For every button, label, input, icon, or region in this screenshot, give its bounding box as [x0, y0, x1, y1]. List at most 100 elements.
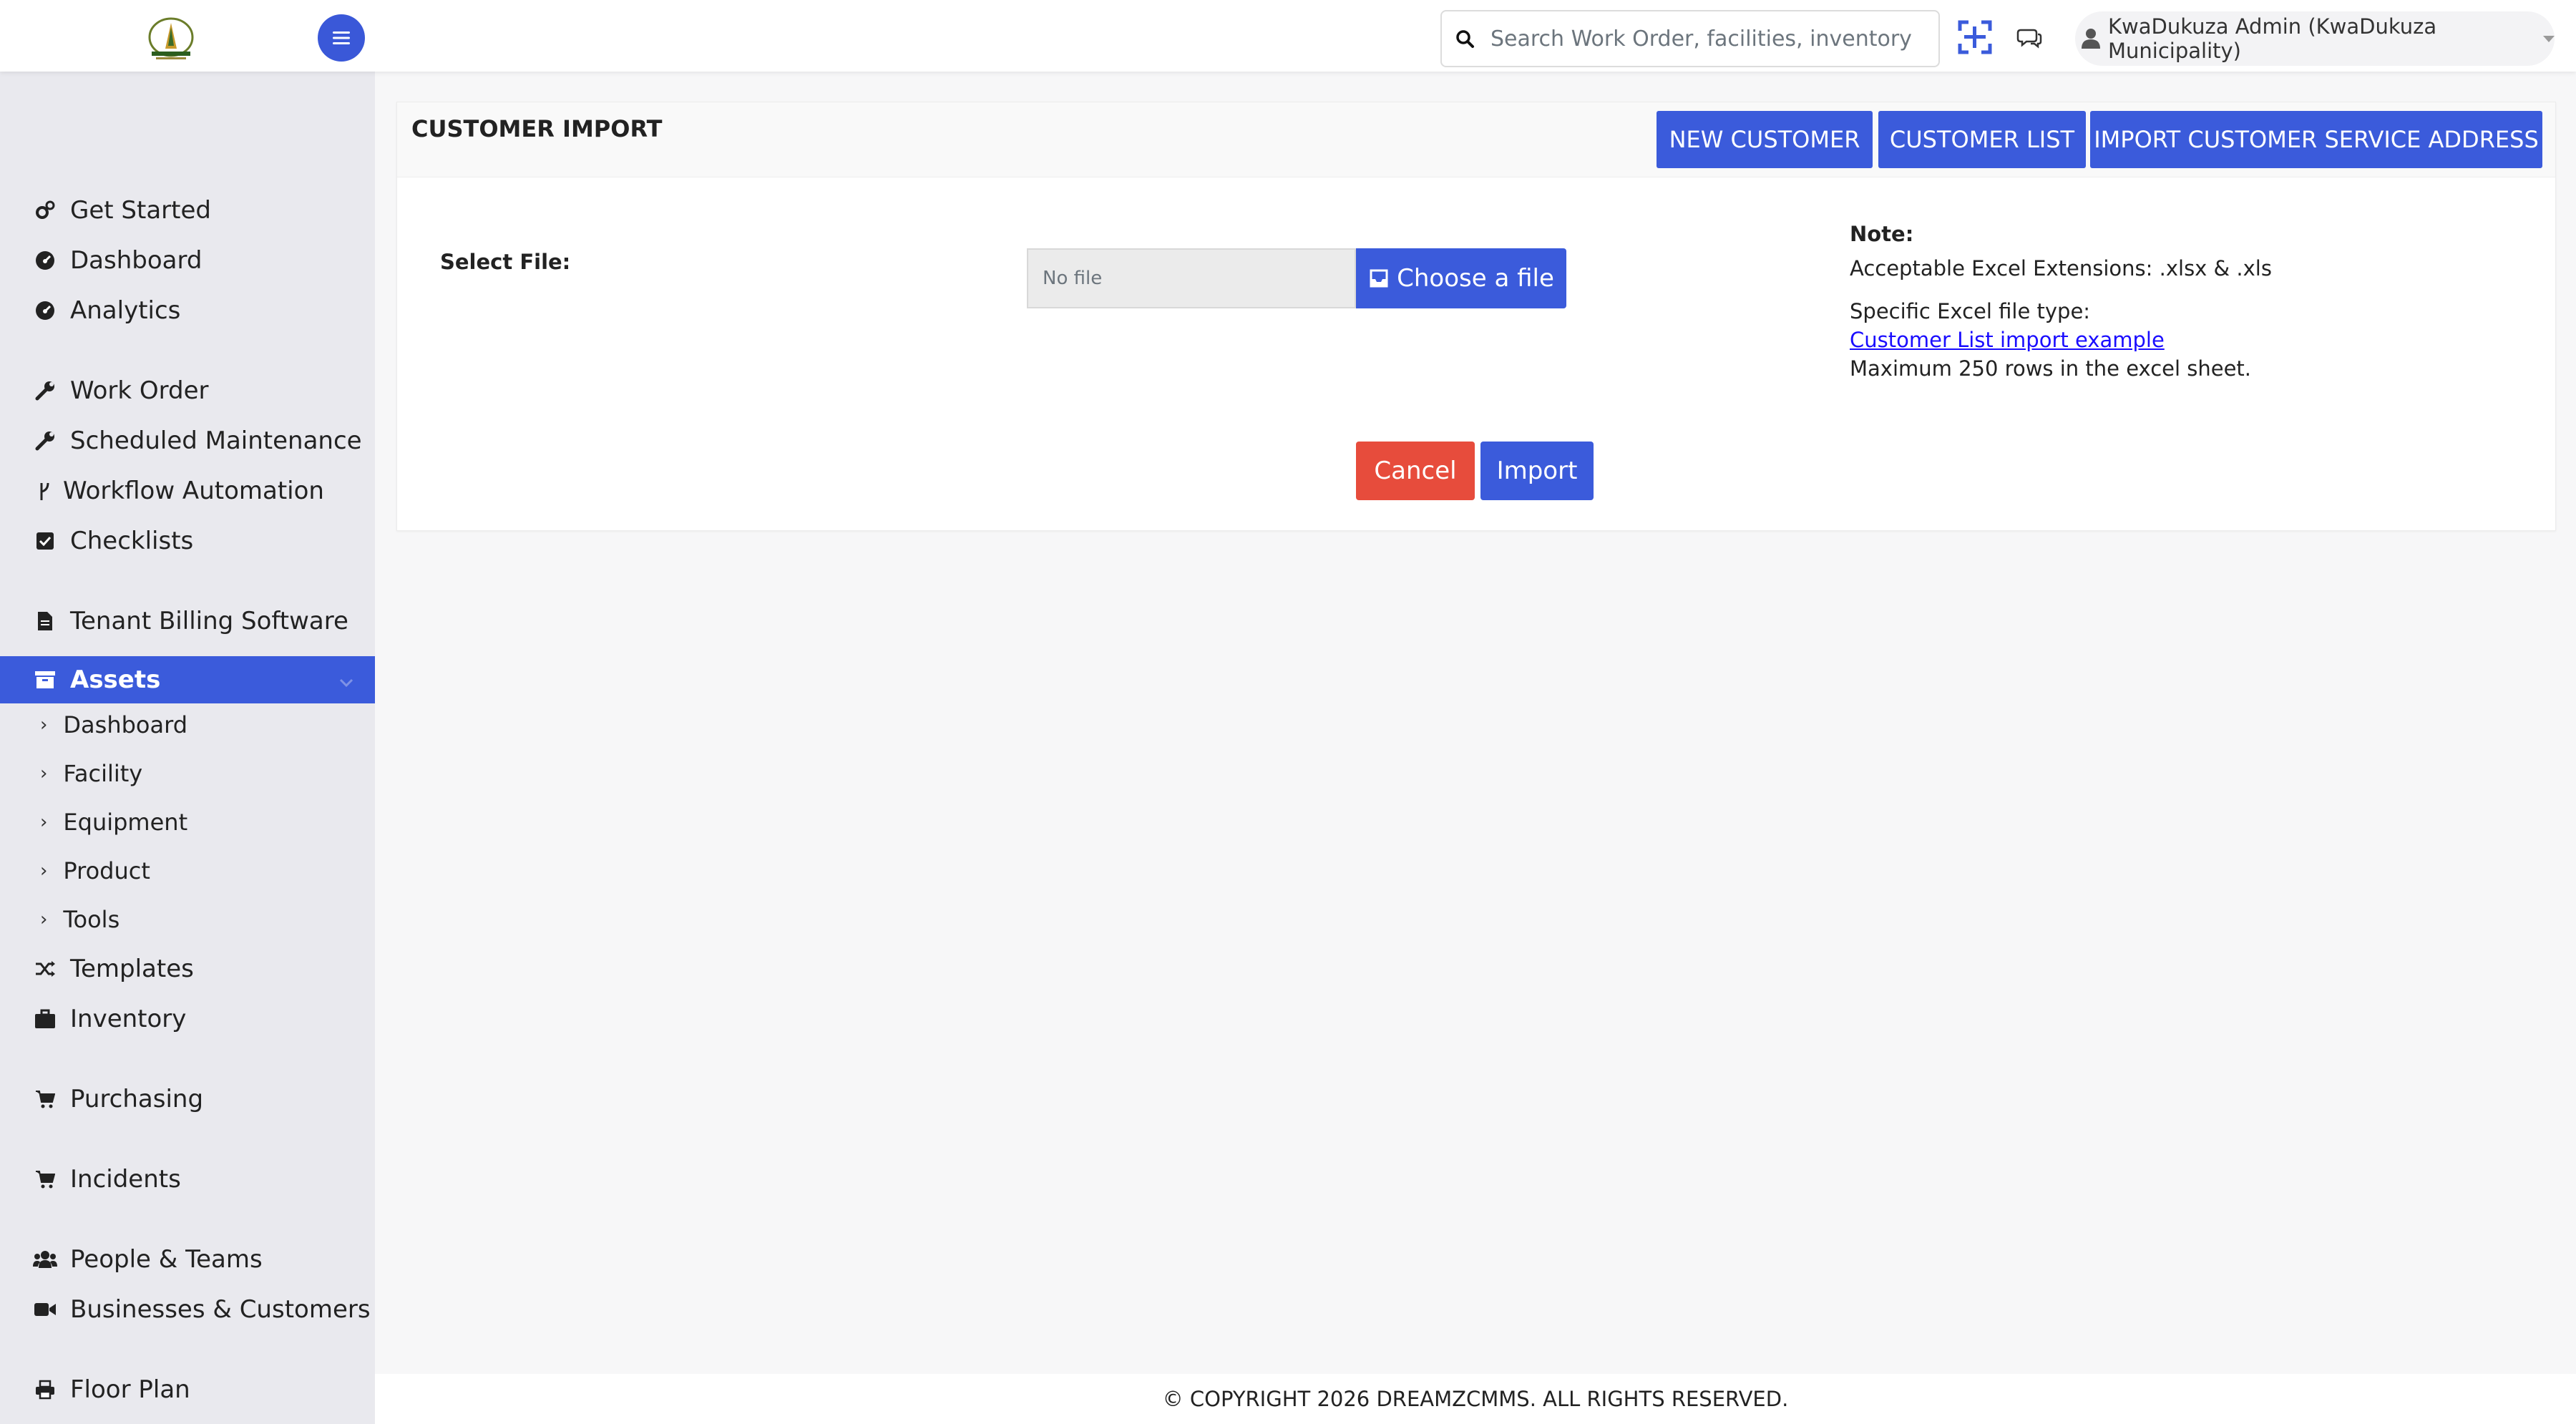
sidebar-item-label: Analytics	[70, 296, 181, 325]
sidebar-item-label: Inventory	[70, 1005, 187, 1033]
page-title: CUSTOMER IMPORT	[411, 115, 663, 142]
user-menu[interactable]: KwaDukuza Admin (KwaDukuza Municipality)	[2075, 11, 2555, 66]
content-background	[375, 565, 2576, 1374]
sidebar-item-dashboard[interactable]: Dashboard	[0, 239, 375, 282]
sidebar-item-get-started[interactable]: Get Started	[0, 189, 375, 232]
users-icon	[33, 1247, 57, 1272]
file-name-field[interactable]: No file	[1027, 248, 1356, 308]
import-example-link[interactable]: Customer List import example	[1850, 328, 2165, 352]
import-service-address-button[interactable]: IMPORT CUSTOMER SERVICE ADDRESS	[2090, 111, 2542, 168]
user-name: KwaDukuza Admin (KwaDukuza Municipality)	[2108, 14, 2437, 63]
sidebar-item-incidents[interactable]: Incidents	[0, 1158, 375, 1201]
inbox-icon	[1368, 268, 1390, 289]
copyright-text: © COPYRIGHT 2026 DREAMZCMMS. ALL RIGHTS …	[1162, 1387, 1789, 1411]
print-icon	[33, 1377, 57, 1402]
sidebar-item-label: Incidents	[70, 1165, 181, 1194]
barcode-scan-icon[interactable]	[1955, 17, 1995, 57]
sidebar-subitem-product[interactable]: › Product	[0, 851, 375, 891]
customer-list-button[interactable]: CUSTOMER LIST	[1878, 111, 2086, 168]
choose-file-label: Choose a file	[1397, 264, 1554, 293]
video-icon	[33, 1297, 57, 1322]
sidebar-subitem-dashboard[interactable]: › Dashboard	[0, 705, 375, 745]
file-placeholder: No file	[1043, 268, 1103, 289]
note-file-type: Specific Excel file type:	[1850, 299, 2091, 323]
user-icon	[2081, 28, 2101, 49]
sidebar-item-label: Scheduled Maintenance	[70, 426, 362, 455]
wrench-icon	[33, 429, 57, 453]
sidebar-item-analytics[interactable]: Analytics	[0, 289, 375, 332]
chevron-right-icon: ›	[40, 860, 48, 882]
sidebar-subitem-label: Dashboard	[63, 711, 188, 738]
footer: © COPYRIGHT 2026 DREAMZCMMS. ALL RIGHTS …	[375, 1374, 2576, 1424]
sidebar-item-work-order[interactable]: Work Order	[0, 369, 375, 412]
sidebar-item-inventory[interactable]: Inventory	[0, 998, 375, 1040]
sidebar-item-label: Checklists	[70, 527, 194, 555]
sidebar-item-label: Workflow Automation	[63, 477, 324, 505]
sidebar-item-label: Businesses & Customers	[70, 1295, 371, 1324]
gauge-icon	[33, 298, 57, 323]
sidebar-subitem-facility[interactable]: › Facility	[0, 754, 375, 794]
card-header: CUSTOMER IMPORT NEW CUSTOMER CUSTOMER LI…	[397, 102, 2555, 177]
note-title: Note:	[1850, 222, 1914, 246]
sidebar-item-label: Work Order	[70, 376, 209, 405]
customer-import-card: CUSTOMER IMPORT NEW CUSTOMER CUSTOMER LI…	[396, 102, 2556, 531]
gears-icon	[33, 198, 57, 223]
search-input[interactable]	[1489, 25, 1921, 52]
branch-icon	[33, 479, 57, 503]
sidebar: Get Started Dashboard Analytics Work Ord…	[0, 72, 375, 1424]
sidebar-item-tenant-billing[interactable]: Tenant Billing Software	[0, 600, 375, 643]
chevron-right-icon: ›	[40, 714, 48, 736]
cancel-button[interactable]: Cancel	[1356, 442, 1475, 500]
sidebar-item-people-teams[interactable]: People & Teams	[0, 1238, 375, 1281]
document-icon	[33, 609, 57, 633]
sidebar-item-templates[interactable]: Templates	[0, 947, 375, 990]
chevron-right-icon: ›	[40, 811, 48, 833]
select-file-label: Select File:	[440, 250, 571, 274]
sidebar-item-workflow-automation[interactable]: Workflow Automation	[0, 469, 375, 512]
municipality-logo[interactable]	[142, 16, 200, 62]
sidebar-item-checklists[interactable]: Checklists	[0, 520, 375, 562]
sidebar-item-label: Get Started	[70, 196, 211, 225]
cart-icon	[33, 1087, 57, 1111]
sidebar-item-scheduled-maintenance[interactable]: Scheduled Maintenance	[0, 419, 375, 462]
sidebar-item-label: Tenant Billing Software	[70, 607, 348, 635]
sidebar-item-assets[interactable]: Assets	[0, 656, 375, 703]
checkbox-icon	[33, 529, 57, 553]
sidebar-item-label: Floor Plan	[70, 1375, 190, 1404]
chevron-right-icon: ›	[40, 763, 48, 784]
sidebar-item-label: Purchasing	[70, 1085, 204, 1113]
sidebar-subitem-tools[interactable]: › Tools	[0, 899, 375, 940]
sidebar-subitem-label: Product	[63, 857, 150, 884]
hamburger-icon	[333, 31, 350, 44]
gauge-icon	[33, 248, 57, 273]
wrench-icon	[33, 379, 57, 403]
sidebar-item-label: Dashboard	[70, 246, 203, 275]
sidebar-subitem-label: Equipment	[63, 809, 188, 836]
briefcase-icon	[33, 1007, 57, 1031]
search-icon	[1455, 26, 1479, 51]
global-search[interactable]	[1440, 10, 1940, 67]
shuffle-icon	[33, 957, 57, 981]
chevron-down-icon	[2543, 35, 2555, 42]
sidebar-toggle-button[interactable]	[318, 14, 365, 62]
import-button[interactable]: Import	[1480, 442, 1594, 500]
sidebar-item-purchasing[interactable]: Purchasing	[0, 1078, 375, 1121]
new-customer-button[interactable]: NEW CUSTOMER	[1657, 111, 1873, 168]
sidebar-subitem-label: Facility	[63, 760, 143, 787]
sidebar-subitem-label: Tools	[63, 906, 120, 933]
sidebar-subitem-equipment[interactable]: › Equipment	[0, 802, 375, 842]
note-max-rows: Maximum 250 rows in the excel sheet.	[1850, 356, 2252, 381]
chat-icon[interactable]	[2012, 20, 2046, 54]
sidebar-item-businesses-customers[interactable]: Businesses & Customers	[0, 1288, 375, 1331]
import-note: Note: Acceptable Excel Extensions: .xlsx…	[1850, 220, 2272, 383]
sidebar-item-floor-plan[interactable]: Floor Plan	[0, 1368, 375, 1411]
sidebar-item-label: Assets	[70, 665, 161, 694]
cart-icon	[33, 1167, 57, 1191]
note-extensions: Acceptable Excel Extensions: .xlsx & .xl…	[1850, 256, 2272, 281]
sidebar-item-label: Templates	[70, 955, 194, 983]
top-bar: KwaDukuza Admin (KwaDukuza Municipality)	[0, 0, 2576, 72]
chevron-down-icon	[338, 669, 355, 698]
sidebar-item-label: People & Teams	[70, 1245, 263, 1274]
choose-file-button[interactable]: Choose a file	[1356, 248, 1566, 308]
chevron-right-icon: ›	[40, 909, 48, 930]
